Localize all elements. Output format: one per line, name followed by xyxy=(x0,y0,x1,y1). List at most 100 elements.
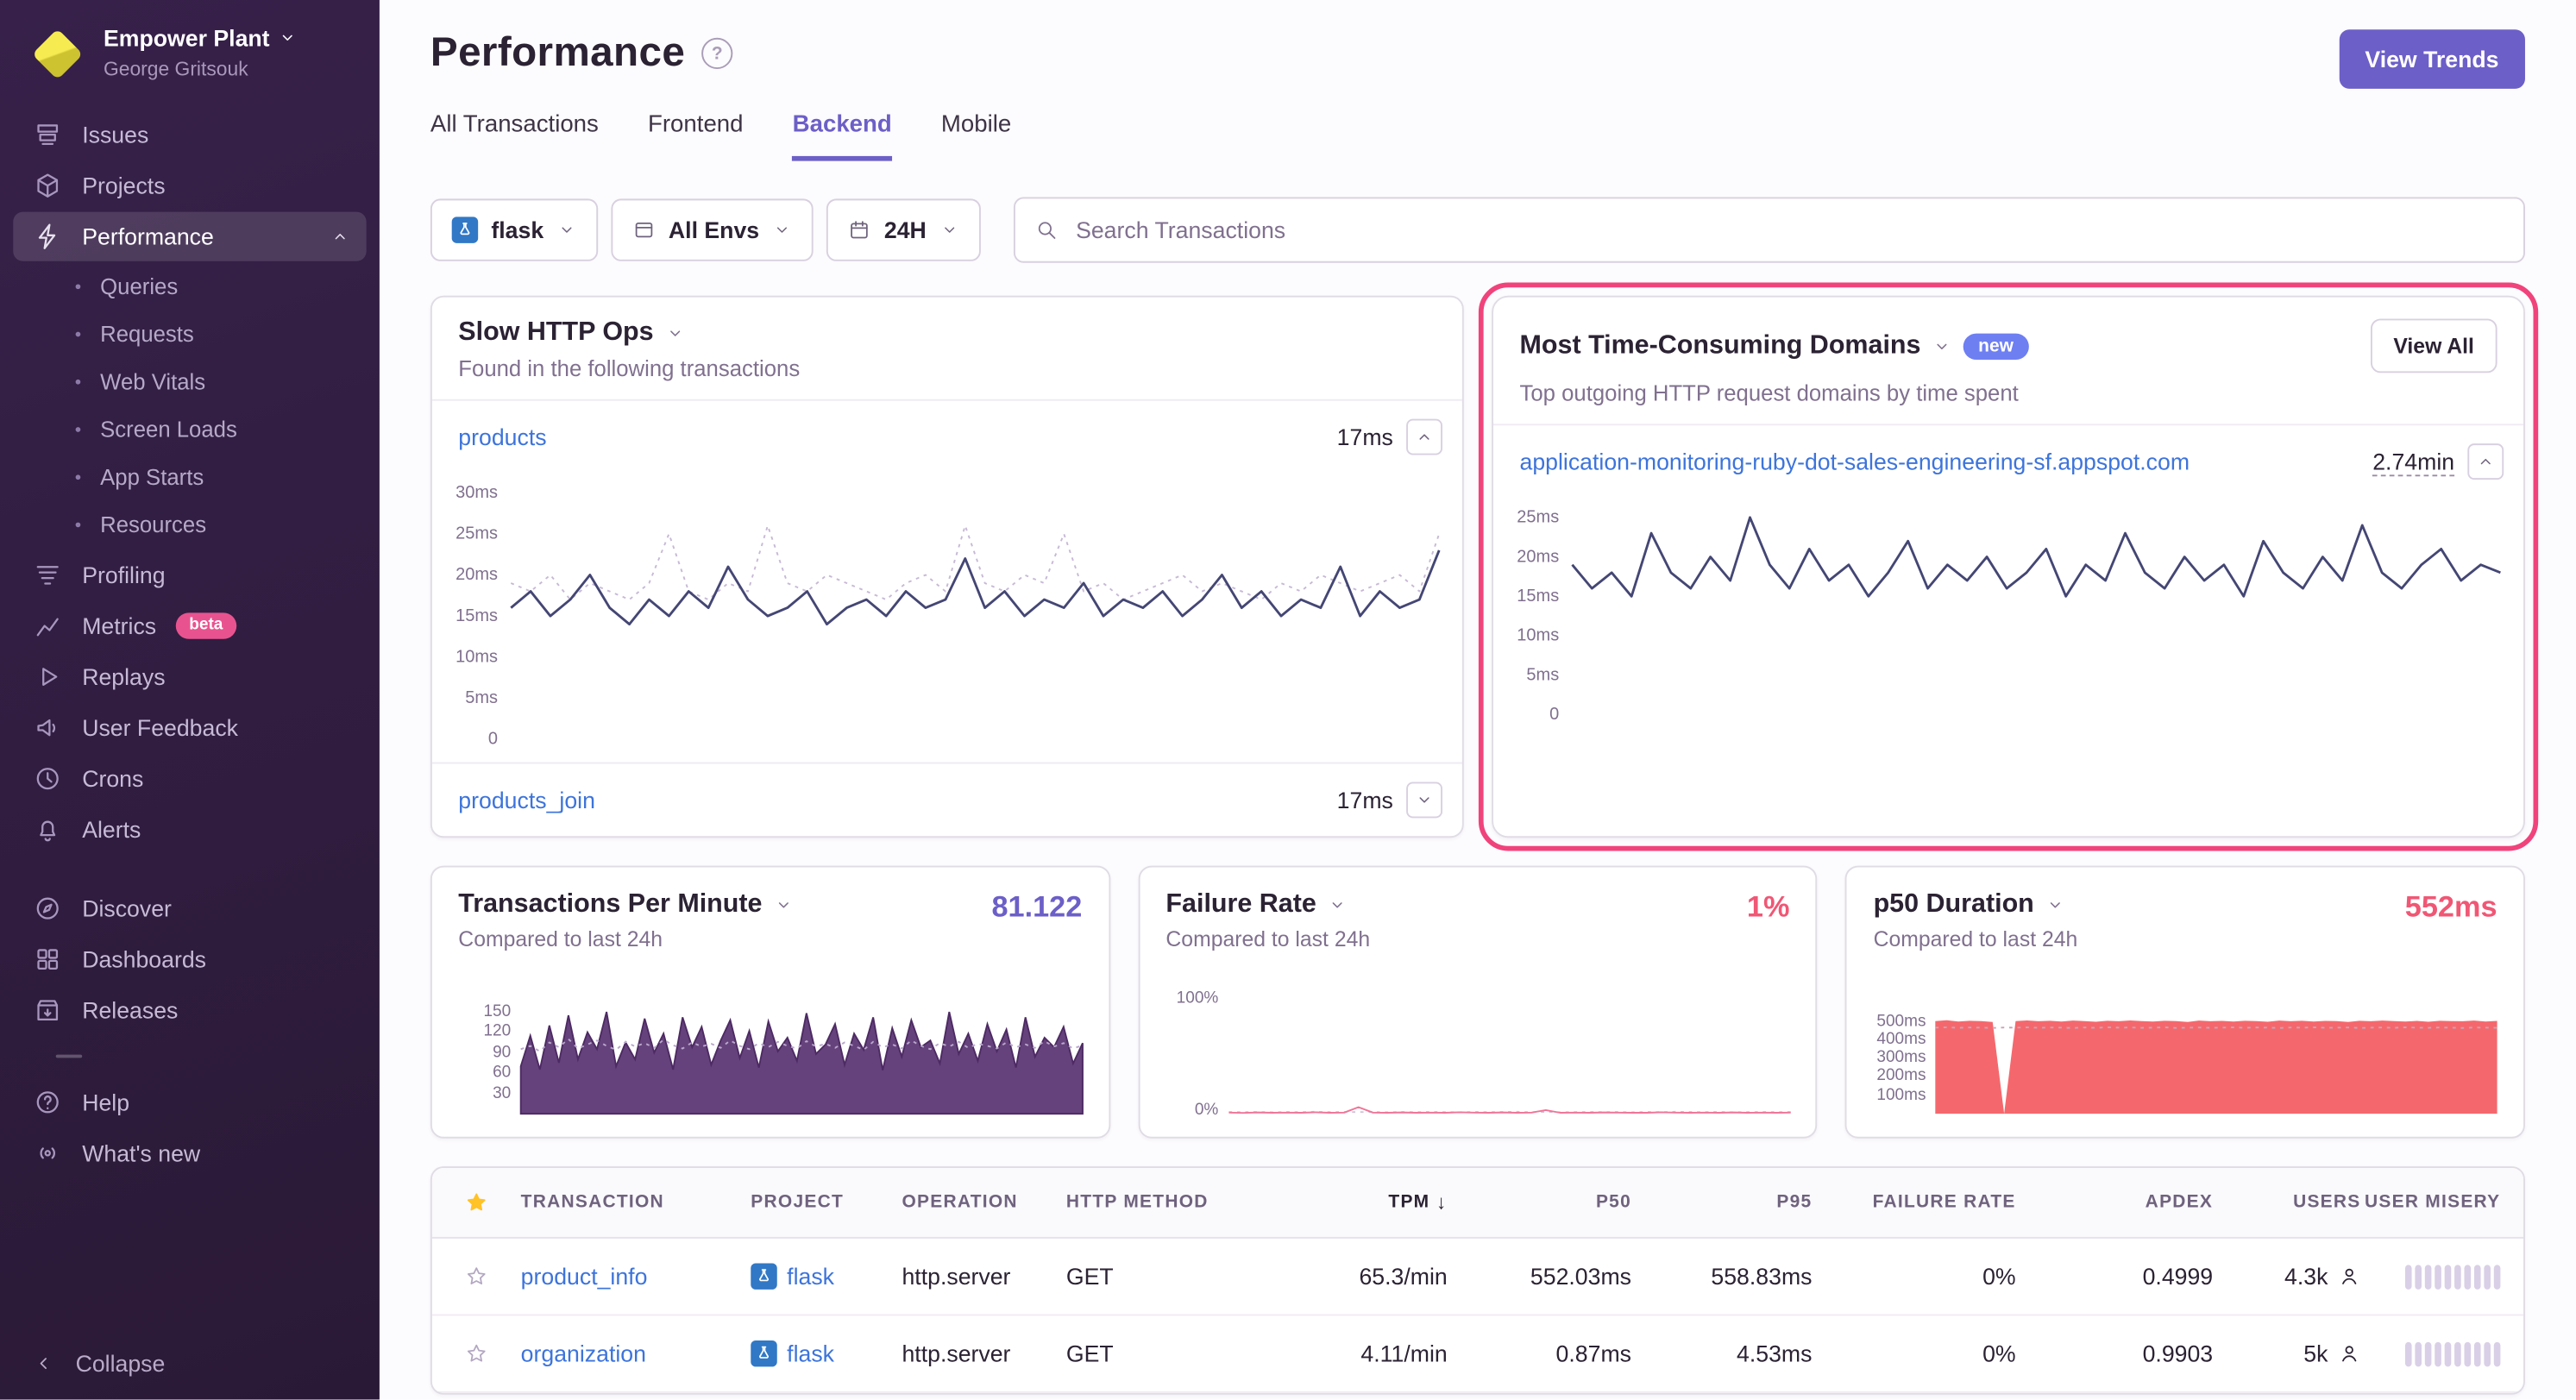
sidebar-item-what-s-new[interactable]: What's new xyxy=(13,1128,366,1177)
tab-frontend[interactable]: Frontend xyxy=(648,111,744,160)
view-trends-button[interactable]: View Trends xyxy=(2339,29,2525,89)
dashboards-icon xyxy=(33,945,62,974)
project-filter-button[interactable]: flask xyxy=(430,198,598,261)
domain-link[interactable]: application-monitoring-ruby-dot-sales-en… xyxy=(1520,449,2190,474)
sidebar-item-help[interactable]: Help xyxy=(13,1077,366,1127)
sidebar-subitem-web-vitals[interactable]: Web Vitals xyxy=(0,358,380,405)
sidebar-item-label: What's new xyxy=(82,1140,200,1166)
chevron-up-icon xyxy=(1415,427,1435,447)
app-window: Empower Plant George Gritsouk Issues Proj… xyxy=(0,0,2576,1399)
y-axis-tick-label: 25ms xyxy=(1517,507,1559,527)
expand-row-button[interactable] xyxy=(1406,782,1442,818)
sidebar-item-label: Replays xyxy=(82,663,165,689)
chevron-down-icon[interactable] xyxy=(1328,895,1348,915)
favorite-star[interactable] xyxy=(432,1265,521,1288)
chevron-down-icon[interactable] xyxy=(665,323,685,343)
collapse-row-button[interactable] xyxy=(1406,419,1442,455)
sidebar-item-user-feedback[interactable]: User Feedback xyxy=(13,703,366,752)
transaction-link[interactable]: product_info xyxy=(521,1263,648,1289)
apdex-cell: 0.9903 xyxy=(2016,1340,2214,1366)
y-axis-labels: 30ms25ms20ms15ms10ms5ms0 xyxy=(438,493,511,739)
stat-value: 1% xyxy=(1747,890,1790,925)
sidebar-item-discover[interactable]: Discover xyxy=(13,884,366,933)
column-header-transaction[interactable]: TRANSACTION xyxy=(521,1193,751,1213)
p50-duration-card: p50 Duration Compared to last 24h 552ms … xyxy=(1845,866,2525,1139)
sort-desc-icon: ↓ xyxy=(1436,1191,1448,1215)
search-transactions-input[interactable] xyxy=(1072,215,2504,244)
http-method-cell: GET xyxy=(1066,1263,1260,1289)
p50-cell: 552.03ms xyxy=(1448,1263,1631,1289)
tabs: All Transactions Frontend Backend Mobile xyxy=(430,111,2525,160)
environment-filter-button[interactable]: All Envs xyxy=(611,198,814,261)
window-icon xyxy=(632,218,656,242)
transaction-link[interactable]: products_join xyxy=(458,787,595,813)
column-header-p95[interactable]: P95 xyxy=(1631,1193,1812,1213)
sidebar-subitem-resources[interactable]: Resources xyxy=(0,501,380,549)
star-icon xyxy=(465,1191,488,1215)
y-axis-labels: 100%0% xyxy=(1165,995,1228,1114)
sidebar-subitem-label: App Starts xyxy=(100,465,204,490)
transaction-link[interactable]: products xyxy=(458,424,546,449)
http-method-cell: GET xyxy=(1066,1340,1260,1366)
sidebar-item-crons[interactable]: Crons xyxy=(13,754,366,803)
y-axis-tick-label: 30 xyxy=(493,1084,511,1102)
projects-icon xyxy=(33,171,62,200)
org-name: Empower Plant xyxy=(104,25,270,53)
favorite-star[interactable] xyxy=(432,1342,521,1365)
sidebar-subitem-app-starts[interactable]: App Starts xyxy=(0,454,380,501)
tab-mobile[interactable]: Mobile xyxy=(941,111,1011,160)
column-header-star[interactable] xyxy=(432,1191,521,1215)
star-icon xyxy=(465,1342,488,1365)
collapse-button[interactable]: Collapse xyxy=(33,1350,165,1376)
column-header-user_misery[interactable]: USER MISERY xyxy=(2361,1193,2524,1213)
sidebar-item-replays[interactable]: Replays xyxy=(13,652,366,701)
y-axis-tick-label: 300ms xyxy=(1876,1049,1926,1067)
tab-all-transactions[interactable]: All Transactions xyxy=(430,111,599,160)
duration-value: 17ms xyxy=(1337,787,1393,813)
column-header-apdex[interactable]: APDEX xyxy=(2016,1193,2214,1213)
org-switcher[interactable]: Empower Plant George Gritsouk xyxy=(0,0,380,100)
column-header-http_method[interactable]: HTTP METHOD xyxy=(1066,1193,1260,1213)
sidebar-item-alerts[interactable]: Alerts xyxy=(13,805,366,854)
sidebar-item-issues[interactable]: Issues xyxy=(13,110,366,160)
column-header-users[interactable]: USERS xyxy=(2213,1193,2360,1213)
collapse-row-button[interactable] xyxy=(2467,443,2504,480)
sidebar-item-releases[interactable]: Releases xyxy=(13,986,366,1035)
sidebar-subitem-requests[interactable]: Requests xyxy=(0,311,380,358)
help-icon[interactable]: ? xyxy=(701,38,732,69)
project-link[interactable]: flask xyxy=(787,1263,834,1289)
sidebar-item-label: Profiling xyxy=(82,562,165,587)
chevron-down-icon[interactable] xyxy=(2045,895,2065,915)
chevron-down-icon[interactable] xyxy=(774,895,794,915)
column-header-tpm[interactable]: TPM↓ xyxy=(1260,1191,1448,1215)
column-header-project[interactable]: PROJECT xyxy=(751,1193,902,1213)
chevron-down-icon xyxy=(1415,790,1435,810)
column-label: APDEX xyxy=(2146,1193,2213,1213)
tab-backend[interactable]: Backend xyxy=(793,111,892,160)
sidebar-item-profiling[interactable]: Profiling xyxy=(13,550,366,600)
sidebar-item-label: Issues xyxy=(82,122,148,148)
transaction-link[interactable]: organization xyxy=(521,1340,646,1366)
y-axis-tick-label: 100ms xyxy=(1876,1086,1926,1104)
slow-http-ops-panel: Slow HTTP Ops Found in the following tra… xyxy=(430,296,1464,838)
sidebar-subitem-screen-loads[interactable]: Screen Loads xyxy=(0,405,380,453)
view-all-button[interactable]: View All xyxy=(2371,318,2497,373)
sidebar-item-metrics[interactable]: Metricsbeta xyxy=(13,601,366,650)
project-link[interactable]: flask xyxy=(787,1340,834,1366)
search-transactions-box xyxy=(1014,198,2525,263)
column-header-failure_rate[interactable]: FAILURE RATE xyxy=(1812,1193,2015,1213)
column-header-operation[interactable]: OPERATION xyxy=(902,1193,1065,1213)
sidebar-item-projects[interactable]: Projects xyxy=(13,161,366,210)
stat-title: p50 Duration xyxy=(1874,890,2034,920)
sidebar-item-dashboards[interactable]: Dashboards xyxy=(13,935,366,984)
flask-project-icon xyxy=(452,217,478,242)
time-range-filter-button[interactable]: 24H xyxy=(826,198,980,261)
duration-value: 2.74min xyxy=(2372,448,2454,475)
sidebar-subitem-queries[interactable]: Queries xyxy=(0,263,380,311)
metrics-icon xyxy=(33,611,62,640)
sidebar-item-performance[interactable]: Performance xyxy=(13,212,366,261)
p50-duration-chart xyxy=(1936,1012,2497,1114)
column-header-p50[interactable]: P50 xyxy=(1448,1193,1631,1213)
star-icon xyxy=(465,1265,488,1288)
chevron-down-icon[interactable] xyxy=(1932,336,1952,355)
